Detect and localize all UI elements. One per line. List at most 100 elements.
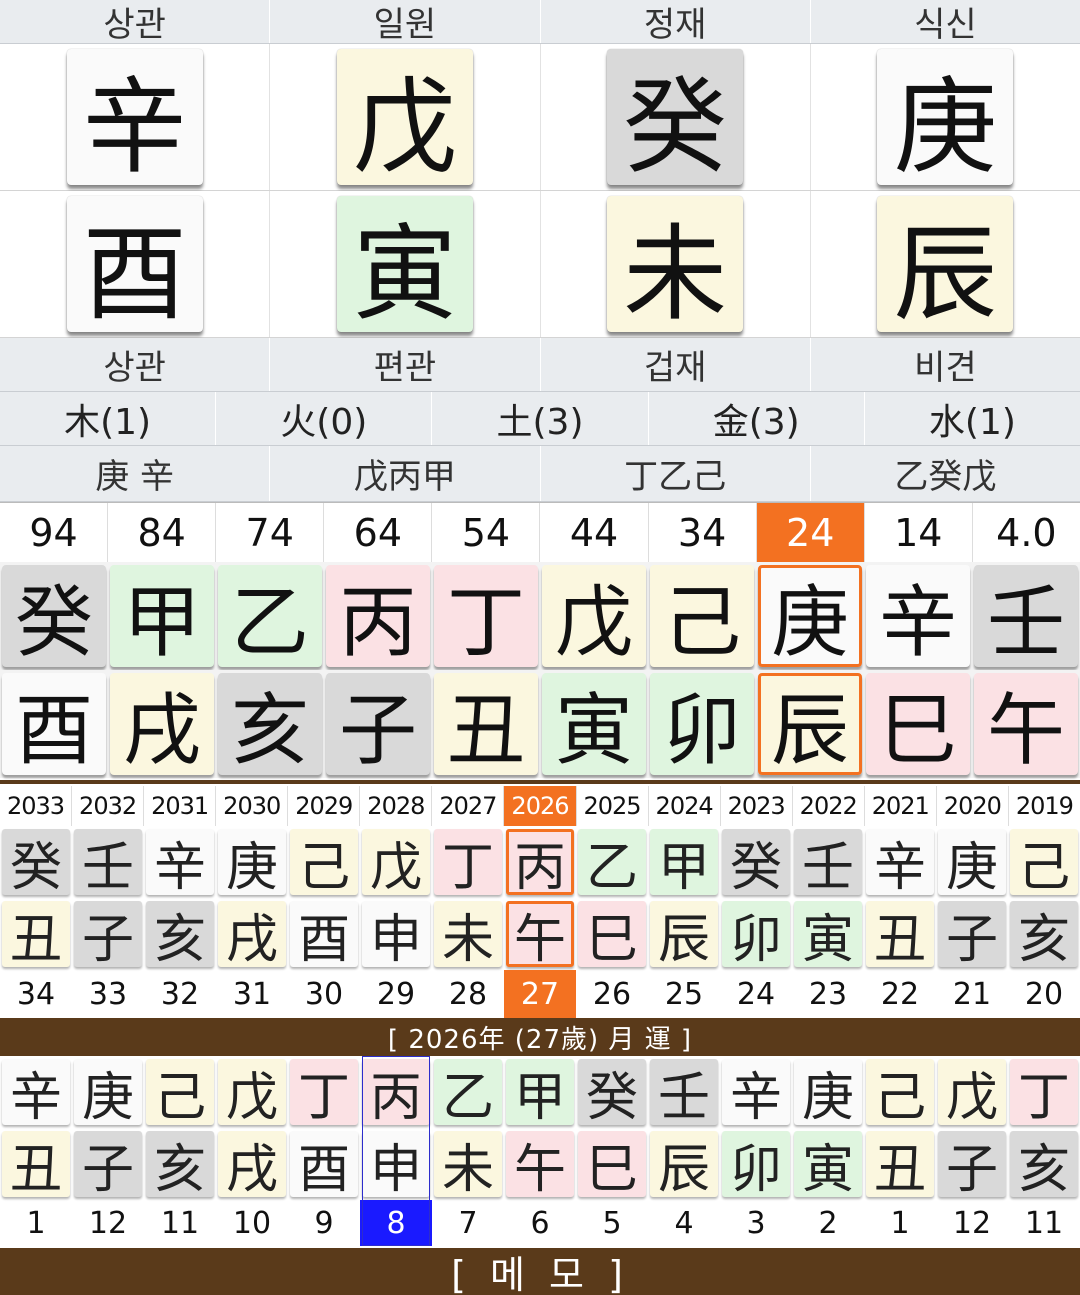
seun-age[interactable]: 23 (792, 970, 864, 1018)
daeun-branch-cell[interactable]: 午 (972, 670, 1080, 778)
wolun-stem-cell[interactable]: 己 (144, 1056, 216, 1128)
daeun-age[interactable]: 84 (108, 503, 217, 562)
daeun-stem-cell[interactable]: 乙 (216, 562, 324, 670)
wolun-branch-cell[interactable]: 卯 (720, 1128, 792, 1200)
wolun-month[interactable]: 11 (144, 1200, 216, 1246)
wolun-stem-cell[interactable]: 壬 (648, 1056, 720, 1128)
seun-stem-cell[interactable]: 辛 (144, 826, 216, 898)
seun-age[interactable]: 28 (432, 970, 504, 1018)
seun-age[interactable]: 33 (72, 970, 144, 1018)
daeun-stem-tile[interactable]: 戊 (542, 565, 646, 668)
wolun-branch-cell[interactable]: 丑 (0, 1128, 72, 1200)
daeun-branch-cell[interactable]: 丑 (432, 670, 540, 778)
wolun-branch-tile[interactable]: 亥 (1010, 1131, 1078, 1200)
seun-branch-tile[interactable]: 酉 (290, 901, 358, 970)
daeun-age[interactable]: 4.0 (973, 503, 1080, 562)
daeun-branch-tile[interactable]: 寅 (542, 673, 646, 776)
seun-branch-cell[interactable]: 申 (360, 898, 432, 970)
seun-branch-cell[interactable]: 亥 (144, 898, 216, 970)
daeun-stem-tile[interactable]: 壬 (974, 565, 1078, 668)
seun-branch-cell[interactable]: 丑 (864, 898, 936, 970)
wolun-branch-cell[interactable]: 寅 (792, 1128, 864, 1200)
daeun-branch-cell[interactable]: 亥 (216, 670, 324, 778)
seun-stem-tile[interactable]: 丁 (434, 829, 502, 898)
wolun-month[interactable]: 10 (216, 1200, 288, 1246)
wolun-stem-cell[interactable]: 庚 (792, 1056, 864, 1128)
daeun-stem-tile[interactable]: 辛 (866, 565, 970, 668)
wolun-branch-cell[interactable]: 亥 (144, 1128, 216, 1200)
daeun-age[interactable]: 44 (540, 503, 649, 562)
wolun-stem-cell[interactable]: 庚 (72, 1056, 144, 1128)
daeun-branch-tile[interactable]: 丑 (434, 673, 538, 776)
seun-branch-cell[interactable]: 酉 (288, 898, 360, 970)
seun-branch-cell[interactable]: 寅 (792, 898, 864, 970)
wolun-stem-cell[interactable]: 辛 (720, 1056, 792, 1128)
seun-stem-tile[interactable]: 壬 (794, 829, 862, 898)
wolun-stem-cell[interactable]: 己 (864, 1056, 936, 1128)
wolun-stem-tile[interactable]: 戊 (938, 1059, 1006, 1128)
seun-year[interactable]: 2028 (360, 786, 433, 826)
wolun-branch-cell[interactable]: 子 (72, 1128, 144, 1200)
daeun-branch-tile[interactable]: 卯 (650, 673, 754, 776)
wolun-month[interactable]: 3 (720, 1200, 792, 1246)
daeun-stem-tile[interactable]: 丙 (326, 565, 430, 668)
seun-age[interactable]: 21 (936, 970, 1008, 1018)
seun-stem-cell[interactable]: 庚 (216, 826, 288, 898)
seun-stem-tile[interactable]: 庚 (938, 829, 1006, 898)
daeun-branch-cell[interactable]: 卯 (648, 670, 756, 778)
wolun-branch-tile[interactable]: 子 (938, 1131, 1006, 1200)
wolun-stem-tile[interactable]: 甲 (506, 1059, 574, 1128)
wolun-stem-tile[interactable]: 丁 (1010, 1059, 1078, 1128)
seun-year[interactable]: 2030 (216, 786, 289, 826)
daeun-stem-cell[interactable]: 丙 (324, 562, 432, 670)
seun-branch-tile[interactable]: 申 (362, 901, 430, 970)
daeun-branch-cell[interactable]: 酉 (0, 670, 108, 778)
wolun-stem-tile[interactable]: 丁 (290, 1059, 358, 1128)
memo-button[interactable]: [ 메 모 ] (0, 1248, 1080, 1295)
seun-stem-cell[interactable]: 壬 (72, 826, 144, 898)
wolun-branch-cell[interactable]: 申 (360, 1128, 432, 1200)
wolun-branch-tile[interactable]: 未 (434, 1131, 502, 1200)
wolun-month[interactable]: 9 (288, 1200, 360, 1246)
seun-branch-tile[interactable]: 亥 (146, 901, 214, 970)
seun-stem-cell[interactable]: 癸 (720, 826, 792, 898)
wolun-stem-cell[interactable]: 丁 (288, 1056, 360, 1128)
daeun-stem-tile[interactable]: 庚 (758, 565, 862, 668)
daeun-branch-cell[interactable]: 寅 (540, 670, 648, 778)
daeun-stem-cell[interactable]: 戊 (540, 562, 648, 670)
seun-branch-tile[interactable]: 午 (506, 901, 574, 970)
wolun-month[interactable]: 8 (360, 1200, 432, 1246)
seun-stem-tile[interactable]: 癸 (2, 829, 70, 898)
seun-stem-tile[interactable]: 辛 (146, 829, 214, 898)
seun-branch-cell[interactable]: 丑 (0, 898, 72, 970)
wolun-stem-tile[interactable]: 壬 (650, 1059, 718, 1128)
daeun-age[interactable]: 54 (432, 503, 541, 562)
seun-branch-tile[interactable]: 丑 (866, 901, 934, 970)
daeun-stem-tile[interactable]: 甲 (110, 565, 214, 668)
seun-branch-tile[interactable]: 子 (74, 901, 142, 970)
seun-year[interactable]: 2033 (0, 786, 73, 826)
daeun-branch-tile[interactable]: 戌 (110, 673, 214, 776)
seun-year[interactable]: 2031 (144, 786, 217, 826)
seun-branch-cell[interactable]: 辰 (648, 898, 720, 970)
daeun-age[interactable]: 64 (324, 503, 433, 562)
seun-stem-tile[interactable]: 乙 (578, 829, 646, 898)
wolun-branch-tile[interactable]: 亥 (146, 1131, 214, 1200)
seun-branch-tile[interactable]: 辰 (650, 901, 718, 970)
daeun-stem-tile[interactable]: 己 (650, 565, 754, 668)
wolun-stem-tile[interactable]: 庚 (794, 1059, 862, 1128)
wolun-branch-cell[interactable]: 亥 (1008, 1128, 1080, 1200)
daeun-branch-tile[interactable]: 酉 (2, 673, 106, 776)
wolun-month[interactable]: 6 (504, 1200, 576, 1246)
seun-stem-cell[interactable]: 乙 (576, 826, 648, 898)
wolun-stem-cell[interactable]: 辛 (0, 1056, 72, 1128)
seun-age[interactable]: 24 (720, 970, 792, 1018)
wolun-branch-tile[interactable]: 酉 (290, 1131, 358, 1200)
wolun-stem-tile[interactable]: 乙 (434, 1059, 502, 1128)
wolun-branch-tile[interactable]: 戌 (218, 1131, 286, 1200)
wolun-branch-tile[interactable]: 寅 (794, 1131, 862, 1200)
seun-stem-cell[interactable]: 己 (288, 826, 360, 898)
wolun-branch-tile[interactable]: 午 (506, 1131, 574, 1200)
seun-branch-cell[interactable]: 午 (504, 898, 576, 970)
seun-stem-tile[interactable]: 己 (1010, 829, 1078, 898)
